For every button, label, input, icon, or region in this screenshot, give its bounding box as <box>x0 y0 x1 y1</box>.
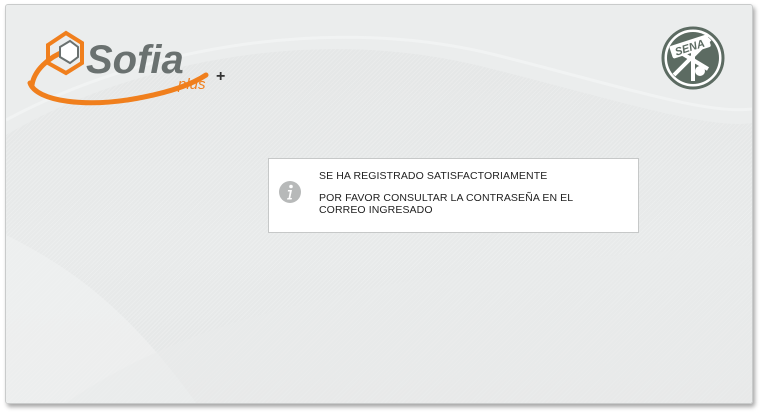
page-frame: Sofia plus + SENA SE HA REGISTRADO SATIS… <box>5 4 753 404</box>
message-line-registered: SE HA REGISTRADO SATISFACTORIAMENTE <box>319 170 548 182</box>
info-icon <box>279 181 301 203</box>
message-line-check-password: POR FAVOR CONSULTAR LA CONTRASEÑA EN EL <box>319 192 574 204</box>
plus-logo-text: plus <box>177 76 206 93</box>
sofia-logo-text: Sofia <box>86 38 184 82</box>
message-line-email: CORREO INGRESADO <box>319 204 433 216</box>
sofia-plus-logo: Sofia plus + <box>27 30 225 106</box>
success-message-box: SE HA REGISTRADO SATISFACTORIAMENTE POR … <box>268 158 639 233</box>
plus-sign-icon: + <box>216 68 225 85</box>
sena-logo: SENA <box>661 26 725 90</box>
